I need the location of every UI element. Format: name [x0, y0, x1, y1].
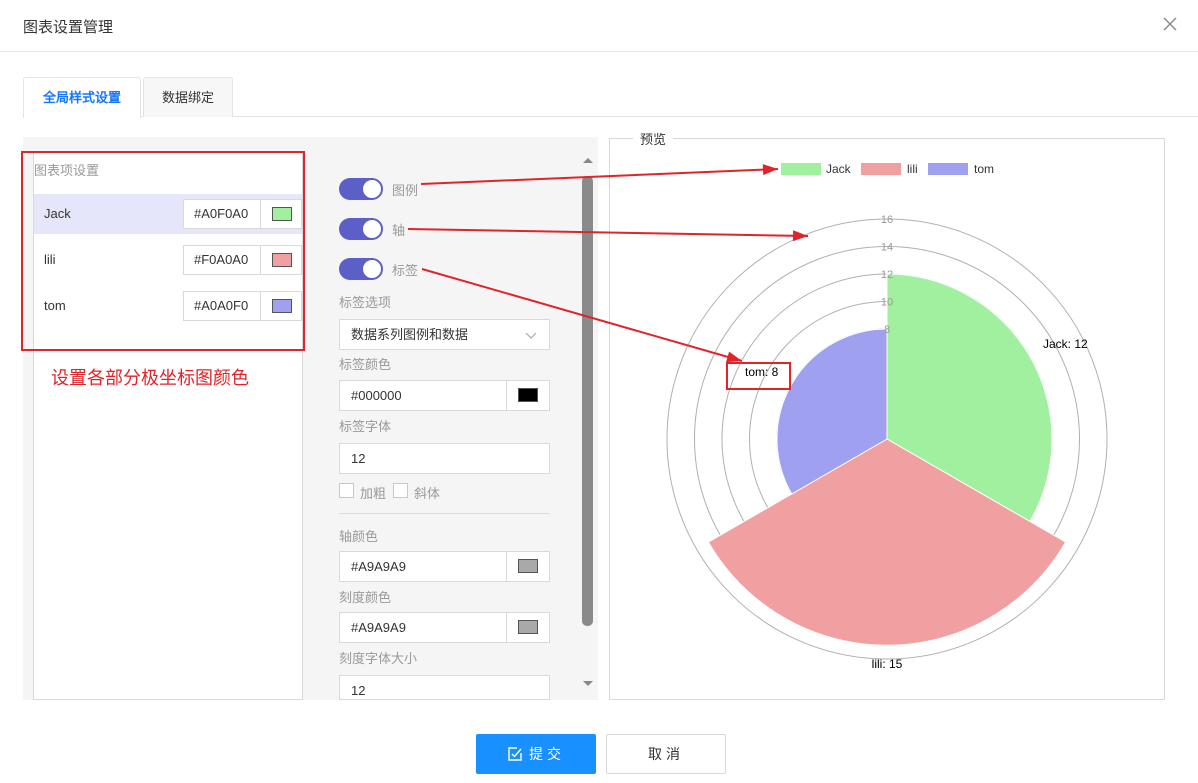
submit-label: 提交: [529, 746, 565, 762]
dialog-title: 图表设置管理: [23, 19, 114, 36]
axis-toggle[interactable]: [339, 218, 383, 240]
label-toggle[interactable]: [339, 258, 383, 280]
toggle-knob: [363, 220, 381, 238]
preview-title: 预览: [633, 129, 674, 148]
italic-checkbox[interactable]: [393, 483, 408, 498]
scroll-down-icon[interactable]: [582, 680, 594, 688]
label-option-title: 标签选项: [339, 295, 392, 310]
preview-panel: [609, 138, 1165, 700]
axis-color-picker[interactable]: [507, 551, 550, 582]
chevron-down-icon: [525, 332, 537, 339]
dialog-header: 图表设置管理: [0, 0, 1198, 52]
color-swatch: [518, 620, 538, 634]
label-font-input[interactable]: 12: [339, 443, 550, 474]
bold-label: 加粗: [360, 486, 387, 501]
tick-color-title: 刻度颜色: [339, 590, 392, 605]
label-font-title: 标签字体: [339, 419, 392, 434]
color-swatch: [518, 559, 538, 573]
submit-button[interactable]: 提交: [476, 734, 596, 774]
toggle-knob: [363, 180, 381, 198]
tick-color-picker[interactable]: [507, 612, 550, 643]
scroll-up-icon[interactable]: [582, 156, 594, 164]
axis-color-title: 轴颜色: [339, 529, 379, 544]
label-option-value: 数据系列图例和数据: [351, 327, 469, 342]
cancel-button[interactable]: 取消: [606, 734, 726, 774]
cancel-label: 取消: [648, 746, 684, 762]
legend-toggle-label: 图例: [392, 183, 419, 198]
legend-toggle[interactable]: [339, 178, 383, 200]
section-divider: [339, 513, 550, 514]
toggle-knob: [363, 260, 381, 278]
axis-toggle-label: 轴: [392, 223, 406, 238]
tab-global-style[interactable]: 全局样式设置: [23, 77, 141, 118]
scrollbar-thumb[interactable]: [582, 176, 593, 626]
annotation-highlight-box: [21, 151, 305, 351]
tick-color-input[interactable]: #A9A9A9: [339, 612, 507, 643]
label-color-picker[interactable]: [507, 380, 550, 411]
bold-checkbox[interactable]: [339, 483, 354, 498]
annotation-note: 设置各部分极坐标图颜色: [51, 368, 249, 388]
italic-label: 斜体: [414, 486, 441, 501]
color-swatch: [518, 388, 538, 402]
label-color-input[interactable]: #000000: [339, 380, 507, 411]
label-color-title: 标签颜色: [339, 357, 392, 372]
label-toggle-label: 标签: [392, 263, 419, 278]
label-option-select[interactable]: 数据系列图例和数据: [339, 319, 550, 350]
close-icon[interactable]: [1160, 14, 1180, 34]
tick-font-title: 刻度字体大小: [339, 651, 418, 666]
tick-font-input[interactable]: 12: [339, 675, 550, 700]
edit-check-icon: [508, 747, 522, 761]
axis-color-input[interactable]: #A9A9A9: [339, 551, 507, 582]
tab-data-binding[interactable]: 数据绑定: [143, 77, 233, 117]
